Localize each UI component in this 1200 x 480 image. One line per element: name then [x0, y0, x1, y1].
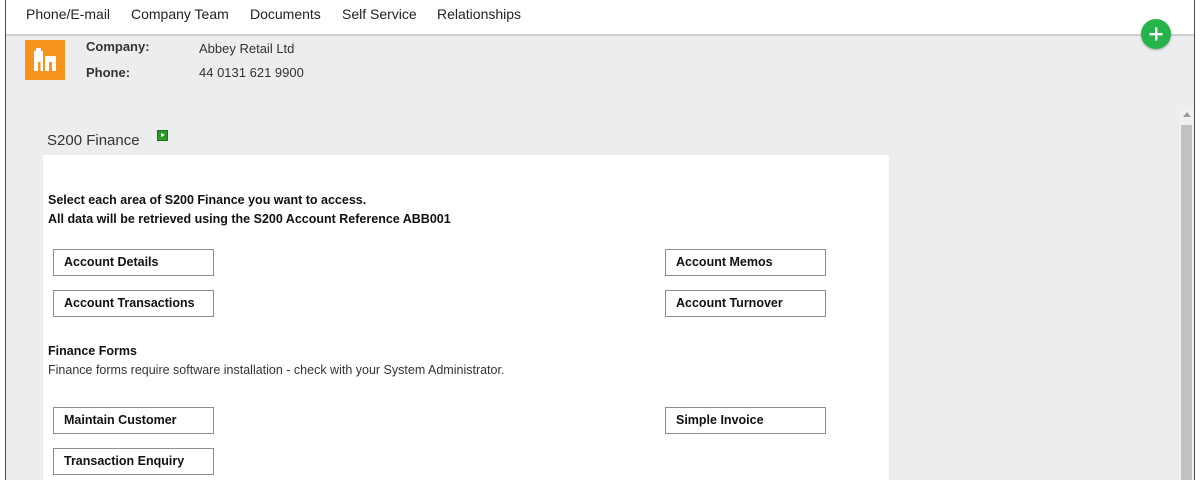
- tab-phone-email[interactable]: Phone/E-mail: [26, 6, 110, 22]
- account-turnover-button[interactable]: Account Turnover: [665, 290, 826, 317]
- play-icon[interactable]: [157, 130, 168, 141]
- account-memos-button[interactable]: Account Memos: [665, 249, 826, 276]
- transaction-enquiry-button[interactable]: Transaction Enquiry: [53, 448, 214, 475]
- phone-number: 44 0131 621 9900: [199, 65, 304, 80]
- finance-forms-note: Finance forms require software installat…: [48, 363, 505, 377]
- company-logo: [25, 40, 65, 80]
- finance-forms-title: Finance Forms: [48, 344, 137, 358]
- maintain-customer-button[interactable]: Maintain Customer: [53, 407, 214, 434]
- simple-invoice-button[interactable]: Simple Invoice: [665, 407, 826, 434]
- account-details-button[interactable]: Account Details: [53, 249, 214, 276]
- phone-label: Phone:: [86, 65, 131, 80]
- intro-line-1: Select each area of S200 Finance you wan…: [48, 193, 367, 207]
- company-name: Abbey Retail Ltd: [199, 41, 295, 56]
- tab-relationships[interactable]: Relationships: [437, 6, 521, 22]
- tab-self-service[interactable]: Self Service: [342, 6, 417, 22]
- tab-documents[interactable]: Documents: [250, 6, 321, 22]
- intro-line-2: All data will be retrieved using the S20…: [48, 212, 451, 226]
- company-label: Company:: [86, 39, 150, 54]
- finance-panel: Select each area of S200 Finance you wan…: [43, 155, 889, 480]
- plus-icon: [1149, 27, 1163, 41]
- building-icon: [34, 48, 56, 71]
- add-button[interactable]: [1141, 19, 1171, 49]
- tab-company-team[interactable]: Company Team: [131, 6, 229, 22]
- section-title: S200 Finance: [47, 132, 140, 149]
- vertical-scrollbar[interactable]: [1179, 110, 1194, 480]
- top-navigation: Phone/E-mail Company Team Documents Self…: [6, 0, 1194, 36]
- app-window: Phone/E-mail Company Team Documents Self…: [5, 0, 1195, 480]
- scroll-up-arrow-icon[interactable]: [1183, 112, 1191, 117]
- account-transactions-button[interactable]: Account Transactions: [53, 290, 214, 317]
- scrollbar-thumb[interactable]: [1181, 125, 1192, 480]
